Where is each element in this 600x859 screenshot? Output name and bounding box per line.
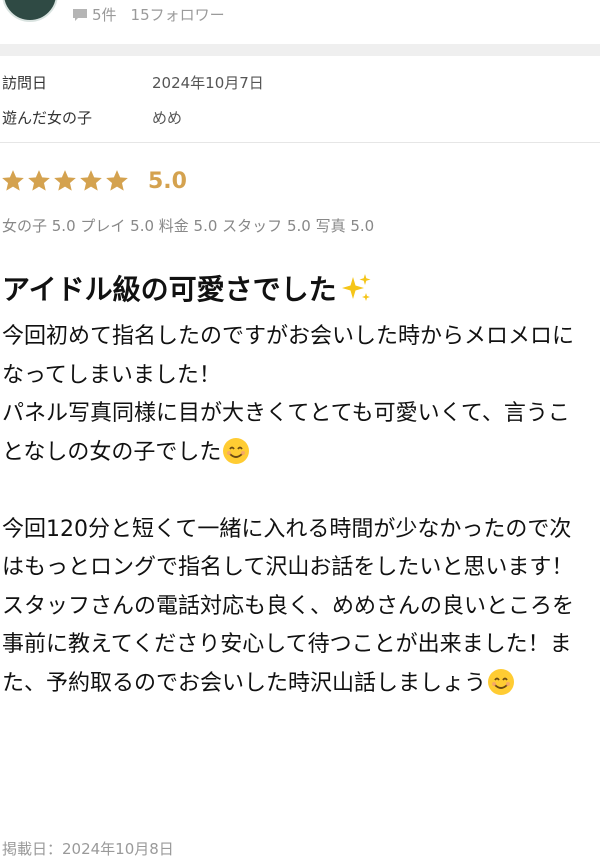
- review-title-text: アイドル級の可愛さでした: [2, 273, 337, 306]
- visit-date-row: 訪問日 2024年10月7日: [0, 64, 600, 98]
- star-icon: [106, 170, 128, 191]
- posted-date: 掲載日：2024年10月8日: [2, 840, 174, 858]
- section-divider: [0, 44, 600, 56]
- girl-value[interactable]: めめ: [152, 107, 182, 128]
- avatar[interactable]: [2, 0, 58, 22]
- star-icon: [2, 170, 24, 191]
- star-icon: [54, 170, 76, 191]
- star-icon: [80, 170, 102, 191]
- follower-count[interactable]: 15フォロワー: [131, 4, 225, 25]
- review-body-part-1: 今回初めて指名したのですがお会いした時からメロメロになってしまいました！ パネル…: [2, 324, 575, 465]
- star-rating: 5.0: [0, 168, 187, 194]
- review-body: 今回初めて指名したのですがお会いした時からメロメロになってしまいました！ パネル…: [2, 318, 588, 703]
- reviewer-meta: 5件 15フォロワー: [72, 4, 225, 25]
- visit-date-value: 2024年10月7日: [152, 74, 264, 92]
- rating-breakdown: 女の子 5.0 プレイ 5.0 料金 5.0 スタッフ 5.0 写真 5.0: [2, 217, 375, 235]
- review-title: アイドル級の可愛さでした: [2, 268, 373, 308]
- girl-row: 遊んだ女の子 めめ: [0, 99, 600, 133]
- visit-date-label: 訪問日: [2, 74, 48, 92]
- sparkles-icon: [341, 274, 371, 301]
- reviewer-header: 5件 15フォロワー: [0, 0, 600, 44]
- review-count: 5件: [92, 6, 117, 24]
- star-icon: [28, 170, 50, 191]
- smiling-face-icon: [488, 668, 515, 695]
- girl-label: 遊んだ女の子: [2, 109, 93, 127]
- smiling-face-icon: [223, 437, 250, 464]
- rating-score: 5.0: [148, 168, 187, 194]
- comment-icon: [73, 8, 87, 21]
- divider: [0, 142, 600, 143]
